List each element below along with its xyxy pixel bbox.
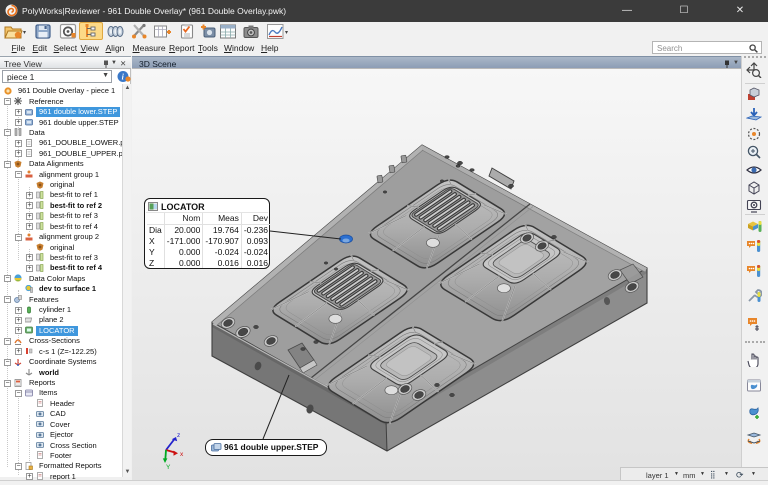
svg-text:Y: Y	[166, 464, 171, 471]
svg-text:z: z	[177, 432, 180, 439]
